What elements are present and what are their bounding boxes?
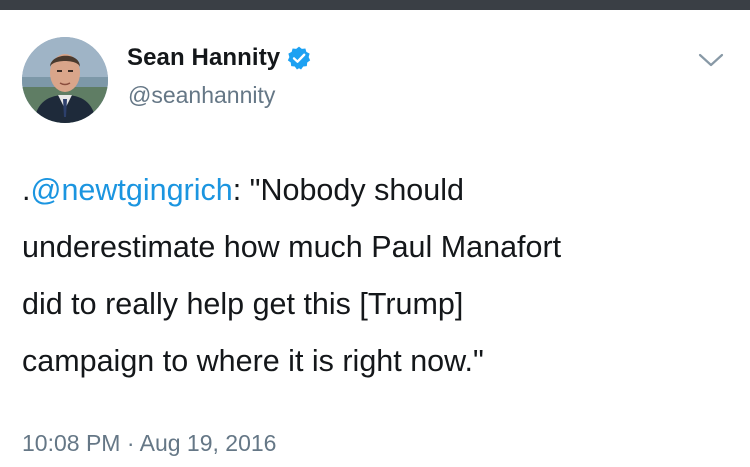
author-handle[interactable]: @seanhannity (128, 82, 275, 109)
tweet-timestamp[interactable]: 10:08 PM · Aug 19, 2016 (22, 430, 276, 457)
tweet-text: .@newtgingrich: "Nobody should underesti… (22, 162, 732, 390)
chevron-down-icon (698, 53, 724, 67)
tweet-text-first-line: : "Nobody should (232, 173, 464, 207)
tweet-menu-button[interactable] (696, 48, 726, 72)
author-display-name[interactable]: Sean Hannity (127, 44, 280, 72)
mention-link[interactable]: @newtgingrich (30, 173, 232, 207)
verified-badge-icon (286, 45, 312, 71)
author-name-row: Sean Hannity (127, 44, 312, 72)
top-bar (0, 0, 750, 10)
tweet-text-rest: underestimate how much Paul Manafort did… (22, 230, 562, 378)
avatar[interactable] (22, 37, 108, 123)
tweet-card: Sean Hannity @seanhannity .@newtgingrich… (0, 10, 750, 467)
